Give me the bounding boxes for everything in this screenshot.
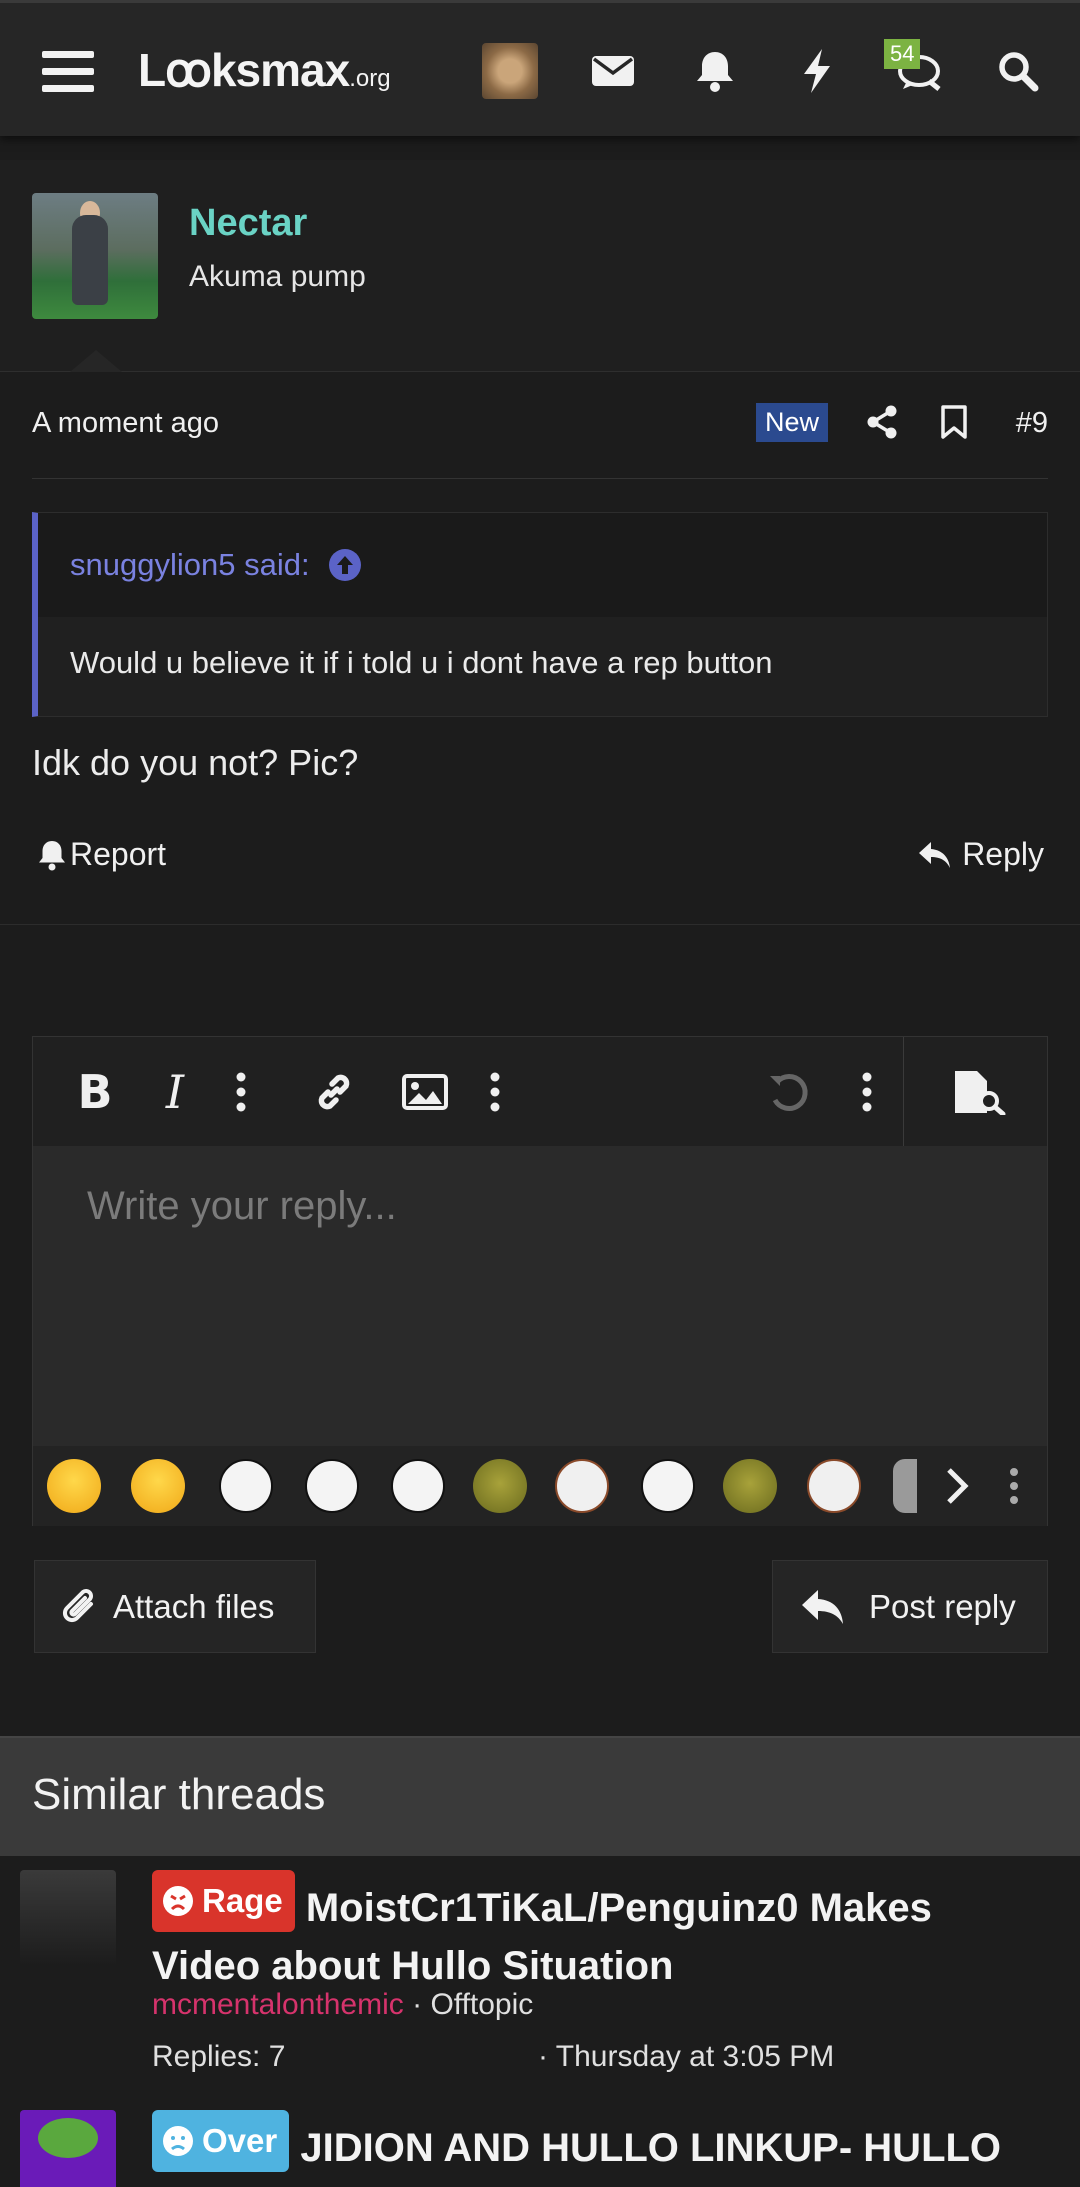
post-author-avatar[interactable] bbox=[32, 193, 158, 319]
emoji-more-icon[interactable] bbox=[1009, 1468, 1019, 1509]
paperclip-icon bbox=[62, 1588, 93, 1622]
quote-text: Would u believe it if i told u i dont ha… bbox=[70, 645, 773, 680]
report-button[interactable]: Report bbox=[38, 836, 166, 873]
similar-threads-header: Similar threads bbox=[0, 1736, 1080, 1856]
thread-author[interactable]: mcmentalonthemic bbox=[152, 1988, 404, 2021]
bookmark-icon[interactable] bbox=[940, 405, 968, 447]
chevron-right-icon[interactable] bbox=[943, 1466, 971, 1511]
report-label: Report bbox=[70, 836, 167, 872]
notification-count-badge: 54 bbox=[884, 39, 921, 69]
crying-wojak-emoji[interactable] bbox=[305, 1459, 359, 1513]
thread-prefix: Rage bbox=[152, 1870, 295, 1932]
thread-meta: mcmentalonthemic · Offtopic bbox=[152, 1988, 534, 2021]
thread-item[interactable]: Over JIDION AND HULLO LINKUP- HULLO GUIL… bbox=[0, 2110, 1080, 2187]
bold-icon[interactable]: B bbox=[63, 1037, 127, 1146]
thread-author-avatar[interactable] bbox=[20, 2110, 116, 2187]
pepe-icon bbox=[38, 2118, 98, 2158]
lightning-icon[interactable] bbox=[788, 3, 846, 139]
shrek-smirk-emoji[interactable] bbox=[723, 1459, 777, 1513]
editor-toolbar: B I bbox=[33, 1037, 1047, 1146]
post-reply-button[interactable]: Post reply bbox=[772, 1560, 1048, 1653]
thread-title[interactable]: Over JIDION AND HULLO LINKUP- HULLO GUIL… bbox=[152, 2110, 1032, 2187]
reply-button[interactable]: Reply bbox=[918, 836, 1044, 873]
tears-wojak-emoji[interactable] bbox=[807, 1459, 861, 1513]
sad-face-icon bbox=[163, 2126, 193, 2156]
top-navigation-bar: Lꝏksmax.org 54 bbox=[0, 0, 1080, 136]
thread-date: Thursday at 3:05 PM bbox=[555, 2040, 835, 2073]
thread-stats: Replies: 7 · Thursday at 3:05 PM bbox=[152, 2040, 835, 2073]
more-insert-options-icon[interactable] bbox=[473, 1037, 517, 1146]
bell-icon[interactable] bbox=[684, 3, 746, 139]
divider bbox=[0, 924, 1080, 925]
user-avatar[interactable] bbox=[482, 43, 538, 99]
preview-icon[interactable] bbox=[945, 1037, 1015, 1146]
post-message: Idk do you not? Pic? bbox=[32, 742, 359, 783]
partial-emoji[interactable] bbox=[893, 1459, 917, 1513]
bell-icon bbox=[39, 840, 65, 870]
sad-wojak-emoji[interactable] bbox=[555, 1459, 609, 1513]
quote-author[interactable]: snuggylion5 said: bbox=[70, 547, 310, 583]
more-text-options-icon[interactable] bbox=[219, 1037, 263, 1146]
grinning-emoji[interactable] bbox=[131, 1459, 185, 1513]
thread-item[interactable]: Rage MoistCr1TiKaL/Penguinz0 Makes Video… bbox=[0, 1870, 1080, 2073]
menu-icon[interactable] bbox=[32, 3, 104, 139]
new-badge: New bbox=[756, 403, 829, 442]
reply-icon bbox=[919, 841, 951, 868]
undo-icon[interactable] bbox=[757, 1037, 821, 1146]
post-author-name[interactable]: Nectar bbox=[189, 202, 307, 245]
post-meta-bar: A moment ago New #9 bbox=[32, 403, 1048, 447]
reply-label: Reply bbox=[962, 836, 1044, 872]
post-pointer bbox=[70, 350, 122, 372]
thread-title[interactable]: Rage MoistCr1TiKaL/Penguinz0 Makes Video… bbox=[152, 1870, 1032, 1995]
post-timestamp[interactable]: A moment ago bbox=[32, 407, 219, 440]
similar-threads-heading: Similar threads bbox=[32, 1770, 326, 1819]
more-options-icon[interactable] bbox=[845, 1037, 889, 1146]
post-author-title: Akuma pump bbox=[189, 260, 366, 293]
post-reply-label: Post reply bbox=[869, 1587, 1016, 1625]
reply-editor: B I Write your reply... bbox=[32, 1036, 1048, 1526]
emoji-bar bbox=[33, 1446, 1047, 1526]
jump-to-quote-icon[interactable] bbox=[328, 548, 362, 582]
thread-forum[interactable]: Offtopic bbox=[430, 1988, 533, 2021]
reply-textarea[interactable]: Write your reply... bbox=[33, 1146, 1047, 1446]
divider bbox=[32, 478, 1048, 479]
share-icon[interactable] bbox=[866, 405, 898, 447]
attach-files-button[interactable]: Attach files bbox=[34, 1560, 316, 1653]
post-number[interactable]: #9 bbox=[1016, 407, 1048, 440]
thread-author-avatar[interactable] bbox=[20, 1870, 116, 1966]
doubt-wojak-emoji[interactable] bbox=[641, 1459, 695, 1513]
toolbar-divider bbox=[903, 1037, 904, 1146]
shrek-emoji[interactable] bbox=[473, 1459, 527, 1513]
whats-new-icon[interactable] bbox=[888, 3, 950, 139]
attach-files-label: Attach files bbox=[113, 1587, 275, 1625]
quote-header[interactable]: snuggylion5 said: bbox=[38, 513, 1047, 617]
thread-prefix: Over bbox=[152, 2110, 290, 2172]
search-icon[interactable] bbox=[988, 3, 1048, 139]
reply-icon bbox=[802, 1589, 843, 1624]
wojak-emoji[interactable] bbox=[219, 1459, 273, 1513]
crying-laughing-emoji[interactable] bbox=[47, 1459, 101, 1513]
post-user-header: Nectar Akuma pump bbox=[0, 160, 1080, 372]
thread-replies: Replies: 7 bbox=[152, 2040, 286, 2073]
reply-placeholder: Write your reply... bbox=[87, 1184, 397, 1228]
inbox-icon[interactable] bbox=[582, 3, 644, 139]
italic-icon[interactable]: I bbox=[145, 1037, 205, 1146]
angry-face-icon bbox=[163, 1886, 193, 1916]
image-icon[interactable] bbox=[393, 1037, 457, 1146]
site-logo[interactable]: Lꝏksmax.org bbox=[138, 43, 391, 97]
link-icon[interactable] bbox=[303, 1037, 365, 1146]
quote-block: snuggylion5 said: Would u believe it if … bbox=[32, 512, 1048, 717]
glasses-wojak-emoji[interactable] bbox=[391, 1459, 445, 1513]
